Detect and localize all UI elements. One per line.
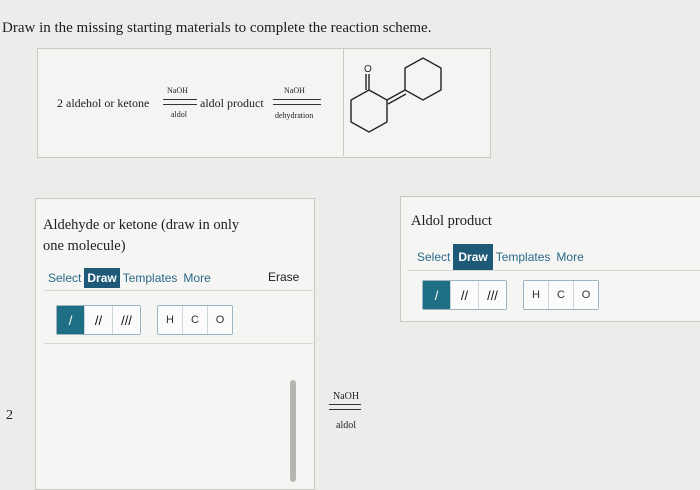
right-toolbar-divider: [407, 270, 700, 271]
left-tab-select[interactable]: Select: [45, 268, 84, 288]
right-panel-title: Aldol product: [411, 213, 492, 229]
right-triple-bond-tool[interactable]: ///: [479, 281, 506, 309]
arrow1-condition: aldol: [171, 110, 187, 119]
right-atom-c-button[interactable]: C: [549, 281, 574, 309]
right-atom-tools: H C O: [523, 280, 599, 310]
left-toolbar-divider: [44, 290, 313, 291]
question-prompt: Draw in the missing starting materials t…: [2, 20, 432, 36]
left-title-line2: one molecule): [43, 238, 126, 254]
right-tab-templates[interactable]: Templates: [493, 247, 554, 267]
right-tab-draw[interactable]: Draw: [453, 244, 493, 270]
right-tab-select[interactable]: Select: [414, 247, 453, 267]
right-bond-tools: / // ///: [422, 280, 507, 310]
atom-h-button[interactable]: H: [158, 306, 183, 334]
product-structure: O: [350, 57, 442, 133]
triple-bond-tool[interactable]: ///: [113, 306, 140, 334]
scheme-intermediate: aldol product: [200, 96, 264, 110]
right-tab-more[interactable]: More: [553, 247, 586, 267]
oxygen-label: O: [364, 64, 372, 75]
right-double-bond-tool[interactable]: //: [451, 281, 479, 309]
right-tab-bar: Select Draw Templates More: [414, 244, 587, 270]
left-title-line1: Aldehyde or ketone (draw in only: [43, 217, 240, 233]
atom-c-button[interactable]: C: [183, 306, 208, 334]
canvas-divider: [44, 343, 313, 344]
right-atom-o-button[interactable]: O: [574, 281, 598, 309]
left-tab-draw[interactable]: Draw: [84, 268, 120, 288]
left-bond-tools: / // ///: [56, 305, 141, 335]
scrollbar-thumb[interactable]: [290, 380, 296, 482]
left-tab-more[interactable]: More: [180, 268, 213, 288]
right-single-bond-tool[interactable]: /: [423, 281, 451, 309]
atom-o-button[interactable]: O: [208, 306, 232, 334]
middle-arrow-condition: aldol: [336, 420, 356, 431]
left-tab-templates[interactable]: Templates: [120, 268, 181, 288]
left-tab-bar: Select Draw Templates More: [45, 268, 214, 288]
middle-arrow-reagent: NaOH: [333, 391, 360, 402]
equilibrium-arrow-2: [273, 99, 321, 105]
middle-equilibrium-arrow: [329, 404, 361, 410]
equilibrium-arrow-1: [163, 99, 197, 105]
double-bond-tool[interactable]: //: [85, 306, 113, 334]
left-atom-tools: H C O: [157, 305, 233, 335]
left-panel-title: Aldehyde or ketone (draw in only one mol…: [43, 215, 239, 257]
erase-button[interactable]: Erase: [268, 270, 299, 284]
stoichiometric-coefficient: 2: [6, 408, 13, 423]
single-bond-tool[interactable]: /: [57, 306, 85, 334]
arrow1-reagent: NaOH: [167, 86, 188, 95]
right-atom-h-button[interactable]: H: [524, 281, 549, 309]
arrow2-condition: dehydration: [275, 111, 314, 120]
arrow2-reagent: NaOH: [284, 86, 305, 95]
scheme-reactant: 2 aldehol or ketone: [57, 96, 150, 110]
